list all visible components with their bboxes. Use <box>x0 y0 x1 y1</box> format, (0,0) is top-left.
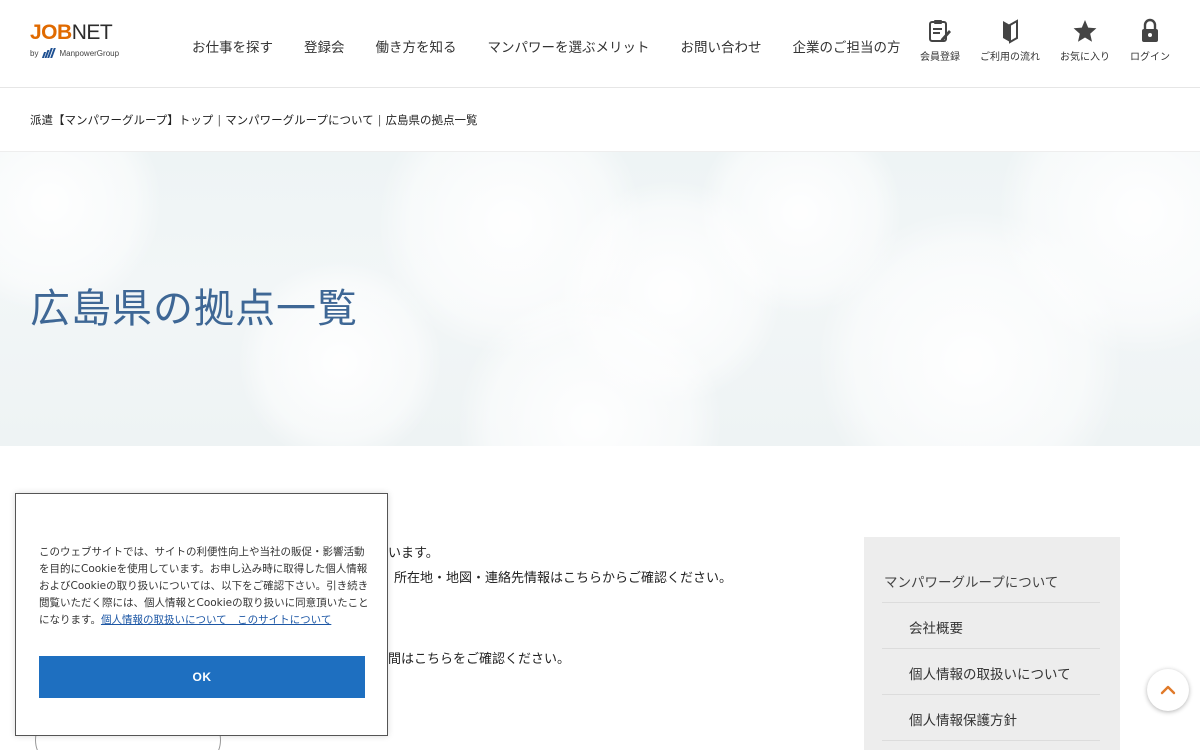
usage-flow-label: ご利用の流れ <box>980 52 1040 63</box>
nav-work-styles[interactable]: 働き方を知る <box>376 36 457 56</box>
sidebar-heading[interactable]: マンパワーグループについて <box>884 571 1058 591</box>
star-icon <box>1073 20 1097 42</box>
breadcrumb-current: 広島県の拠点一覧 <box>385 113 478 127</box>
nav-merits[interactable]: マンパワーを選ぶメリット <box>488 36 650 56</box>
cookie-consent-dialog: このウェブサイトでは、サイトの利便性向上や当社の販促・影響活動を目的にCooki… <box>15 493 388 736</box>
intro-text-2: 所在地・地図・連絡先情報はこちらからご確認ください。 <box>394 571 733 586</box>
scroll-to-top-button[interactable] <box>1147 669 1189 711</box>
sidebar-item-personal-info[interactable]: 個人情報の取扱いについて <box>909 663 1071 683</box>
breadcrumb-about[interactable]: マンパワーグループについて <box>225 113 373 127</box>
page-title: 広島県の拠点一覧 <box>30 286 358 332</box>
manpower-mark-icon <box>42 48 57 58</box>
logo-by-text: by <box>30 48 39 58</box>
member-registration-label: 会員登録 <box>920 52 960 63</box>
sidebar-divider <box>882 602 1100 603</box>
nav-contact[interactable]: お問い合わせ <box>681 36 762 56</box>
breadcrumb-separator: | <box>217 113 222 127</box>
logo-job-text: JOB <box>30 21 72 44</box>
chevron-up-icon <box>1160 685 1176 695</box>
beginner-mark-icon <box>1003 19 1018 44</box>
breadcrumb: 派遣【マンパワーグループ】トップ | マンパワーグループについて | 広島県の拠点一覧 <box>30 112 478 128</box>
sidebar-divider <box>882 740 1100 741</box>
nav-find-jobs[interactable]: お仕事を探す <box>192 36 273 56</box>
nav-corporate[interactable]: 企業のご担当の方 <box>793 36 901 56</box>
login-button[interactable]: ログイン <box>1120 18 1180 68</box>
jobnet-logo[interactable]: JOBNET by ManpowerGroup <box>30 22 140 66</box>
logo-group-text: ManpowerGroup <box>59 48 120 58</box>
sidebar-nav: マンパワーグループについて 会社概要 個人情報の取扱いについて 個人情報保護方針 <box>864 537 1120 750</box>
sidebar-divider <box>882 648 1100 649</box>
cookie-policy-link[interactable]: 個人情報の取扱いについて このサイトについて <box>101 614 331 626</box>
site-header: JOBNET by ManpowerGroup お仕事を探す 登録会 働き方を知… <box>0 0 1200 88</box>
main-nav: お仕事を探す 登録会 働き方を知る マンパワーを選ぶメリット お問い合わせ 企業… <box>192 36 901 56</box>
intro-text-1: います。 <box>388 546 439 561</box>
member-registration-button[interactable]: 会員登録 <box>910 18 970 68</box>
sidebar-item-company-profile[interactable]: 会社概要 <box>909 617 963 637</box>
clipboard-pen-icon <box>929 20 951 42</box>
favorites-button[interactable]: お気に入り <box>1055 18 1115 68</box>
sidebar-divider <box>882 694 1100 695</box>
breadcrumb-separator: | <box>377 113 382 127</box>
favorites-label: お気に入り <box>1060 52 1110 63</box>
sidebar-item-privacy-policy[interactable]: 個人情報保護方針 <box>909 709 1017 729</box>
breadcrumb-home[interactable]: 派遣【マンパワーグループ】トップ <box>30 113 213 127</box>
cookie-ok-button[interactable]: OK <box>39 656 365 698</box>
logo-net-text: NET <box>71 21 113 44</box>
usage-flow-button[interactable]: ご利用の流れ <box>980 18 1040 68</box>
nav-registration[interactable]: 登録会 <box>304 36 345 56</box>
cookie-consent-text: このウェブサイトでは、サイトの利便性向上や当社の販促・影響活動を目的にCooki… <box>39 544 369 629</box>
lock-icon <box>1142 18 1158 42</box>
hero-banner: 広島県の拠点一覧 <box>0 152 1200 446</box>
intro-text-3: 間はこちらをご確認ください。 <box>388 652 571 667</box>
login-label: ログイン <box>1130 52 1170 63</box>
